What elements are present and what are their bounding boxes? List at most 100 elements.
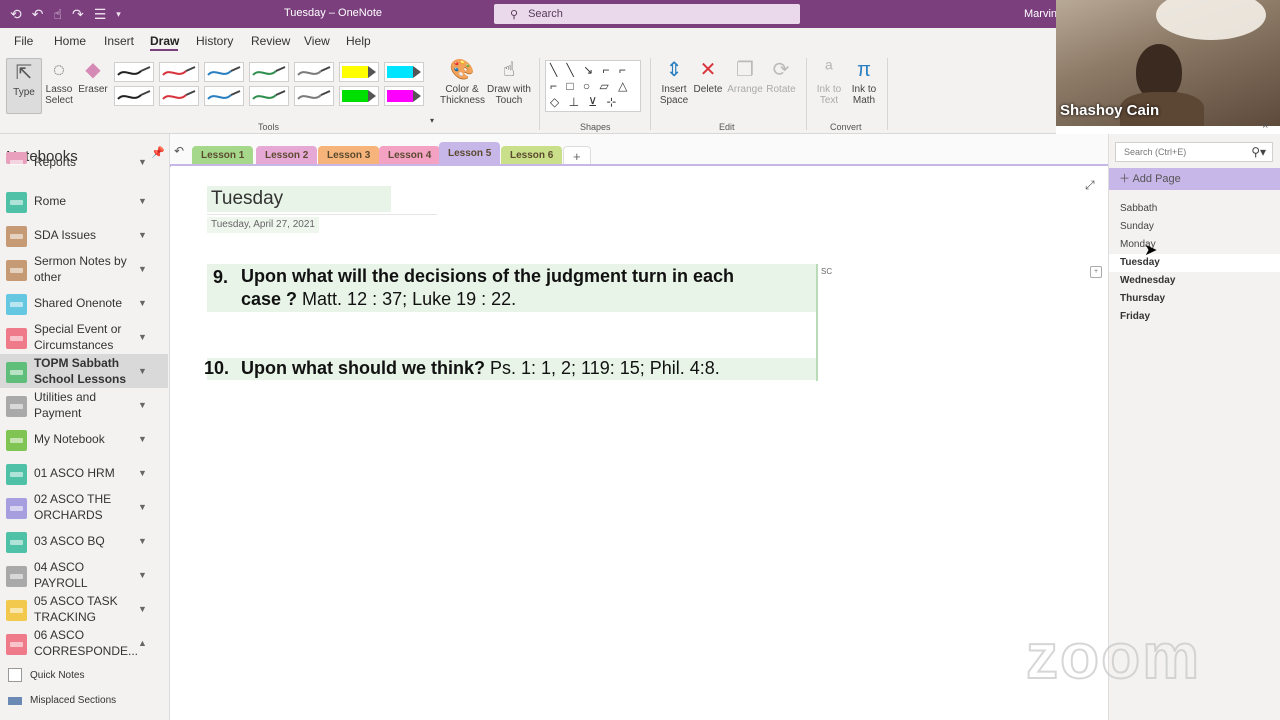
page-canvas[interactable]: ⤢ Tuesday Tuesday, April 27, 2021 9. Upo…	[171, 166, 1108, 720]
user-name[interactable]: Marvin	[1024, 8, 1057, 20]
tab-review[interactable]: Review	[251, 34, 290, 48]
pen-swatch[interactable]	[249, 86, 289, 106]
insert-space-button[interactable]: ⇕ Insert Space	[656, 58, 692, 106]
chevron-down-icon[interactable]: ▼	[138, 400, 147, 410]
expand-icon[interactable]: ⤢	[1085, 178, 1095, 193]
back-icon[interactable]: ⟲	[10, 7, 22, 21]
color-thickness-button[interactable]: 🎨 Color & Thickness	[440, 58, 485, 106]
shapes-gallery[interactable]: ╲ ╲ ↘ ⌐ ⌐ ⌐ □ ○ ▱ △ ◇ ⊥ ⊻ ⊹	[545, 60, 641, 112]
eraser-button[interactable]: ◆ Eraser	[78, 58, 108, 95]
delete-button[interactable]: ✕ Delete	[692, 58, 724, 95]
notebook-item[interactable]: 05 ASCO TASK TRACKING ▼	[0, 592, 168, 626]
page-hint-icon[interactable]: +	[1090, 266, 1102, 278]
chevron-down-icon[interactable]: ▼	[138, 502, 147, 512]
pen-swatch[interactable]	[204, 62, 244, 82]
ink-to-text-button[interactable]: ª Ink to Text	[812, 58, 846, 106]
notebook-item[interactable]: 06 ASCO CORRESPONDE... ▲	[0, 626, 168, 660]
section-tab[interactable]: Lesson 2	[256, 146, 318, 166]
pen-swatch[interactable]	[384, 86, 424, 106]
page-item[interactable]: Wednesday	[1109, 272, 1280, 290]
pen-gallery-more-icon[interactable]: ▾	[428, 116, 436, 125]
pen-swatch[interactable]	[384, 62, 424, 82]
page-item[interactable]: Thursday	[1109, 290, 1280, 308]
chevron-down-icon[interactable]: ▼	[138, 604, 147, 614]
tab-insert[interactable]: Insert	[104, 34, 134, 48]
notebook-item[interactable]: Rome ▼	[0, 184, 168, 218]
chevron-up-icon[interactable]: ▲	[138, 638, 147, 648]
tab-file[interactable]: File	[14, 34, 33, 48]
notebook-item[interactable]: My Notebook ▼	[0, 422, 168, 456]
notebook-item[interactable]: Utilities and Payment ▼	[0, 388, 168, 422]
quick-notes-item[interactable]: Quick Notes	[8, 668, 84, 682]
pen-swatch[interactable]	[339, 62, 379, 82]
add-page-button[interactable]: ＋ Add Page	[1109, 168, 1280, 190]
rotate-button[interactable]: ⟳ Rotate	[764, 58, 798, 95]
page-search-input[interactable]: Search (Ctrl+E) ⚲▾	[1115, 142, 1273, 162]
tab-home[interactable]: Home	[54, 34, 86, 48]
pen-swatch[interactable]	[339, 86, 379, 106]
type-button[interactable]: ⇱ Type	[6, 58, 42, 114]
active-tab-underline	[150, 49, 178, 51]
pen-swatch[interactable]	[114, 62, 154, 82]
notebook-item[interactable]: Sermon Notes by other ▼	[0, 252, 168, 286]
section-tab[interactable]: Lesson 3	[318, 146, 380, 166]
draw-with-touch-button[interactable]: ☝ Draw with Touch	[486, 58, 532, 106]
notebook-item[interactable]: Special Event or Circumstances ▼	[0, 320, 168, 354]
pen-swatch[interactable]	[204, 86, 244, 106]
page-item[interactable]: Sabbath	[1109, 200, 1280, 218]
bullets-icon[interactable]: ☰	[94, 7, 107, 21]
notebook-item[interactable]: Shared Onenote ▼	[0, 286, 168, 320]
page-title[interactable]: Tuesday	[207, 186, 391, 212]
page-item[interactable]: Friday	[1109, 308, 1280, 326]
notebook-item[interactable]: SDA Issues ▼	[0, 218, 168, 252]
chevron-down-icon[interactable]: ▼	[138, 332, 147, 342]
question-container[interactable]: 9. Upon what will the decisions of the j…	[204, 264, 817, 380]
chevron-down-icon[interactable]: ▼	[138, 264, 147, 274]
notebook-item[interactable]: 01 ASCO HRM ▼	[0, 456, 168, 490]
chevron-down-icon[interactable]: ▼	[138, 196, 147, 206]
chevron-down-icon[interactable]: ▼	[138, 570, 147, 580]
chevron-down-icon[interactable]: ▼	[138, 157, 147, 167]
chevron-down-icon[interactable]: ▼	[138, 536, 147, 546]
chevron-down-icon[interactable]: ▼	[138, 298, 147, 308]
pen-swatch[interactable]	[249, 62, 289, 82]
section-tab[interactable]: Lesson 1	[192, 146, 254, 166]
page-item[interactable]: Tuesday	[1109, 254, 1280, 272]
page-item[interactable]: Monday	[1109, 236, 1280, 254]
pen-swatch[interactable]	[294, 86, 334, 106]
notebook-item[interactable]: 02 ASCO THE ORCHARDS ▼	[0, 490, 168, 524]
undo-icon[interactable]: ↶	[32, 7, 44, 21]
notebook-item[interactable]: TOPM Sabbath School Lessons ▼	[0, 354, 168, 388]
notebook-item[interactable]: 04 ASCO PAYROLL ▼	[0, 558, 168, 592]
pen-swatch[interactable]	[159, 62, 199, 82]
tab-help[interactable]: Help	[346, 34, 371, 48]
misplaced-sections-item[interactable]: Misplaced Sections	[8, 695, 116, 706]
pen-swatch[interactable]	[159, 86, 199, 106]
chevron-down-icon[interactable]: ▼	[138, 434, 147, 444]
lasso-select-button[interactable]: ◌ Lasso Select	[44, 58, 74, 106]
navigate-back-icon[interactable]: ↶	[174, 144, 184, 158]
insert-space-icon: ⇕	[665, 59, 683, 81]
tab-history[interactable]: History	[196, 34, 233, 48]
chevron-down-icon[interactable]: ▼	[138, 230, 147, 240]
ink-to-math-button[interactable]: π Ink to Math	[846, 58, 882, 106]
chevron-down-icon[interactable]: ▼	[138, 366, 147, 376]
section-tab[interactable]: Lesson 6	[501, 146, 563, 166]
section-tab[interactable]: Lesson 4	[379, 146, 441, 166]
pen-swatch[interactable]	[114, 86, 154, 106]
tab-view[interactable]: View	[304, 34, 330, 48]
chevron-down-icon[interactable]: ▼	[138, 468, 147, 478]
redo-icon[interactable]: ↷	[72, 7, 84, 21]
notebook-item[interactable]: 03 ASCO BQ ▼	[0, 524, 168, 558]
tab-draw[interactable]: Draw	[150, 34, 179, 48]
section-tab[interactable]: Lesson 5	[439, 142, 501, 166]
page-item[interactable]: Sunday	[1109, 218, 1280, 236]
touch-mode-icon[interactable]: ☝	[53, 7, 62, 21]
arrange-button[interactable]: ❐ Arrange	[726, 58, 764, 95]
notebook-item[interactable]: Reports ▼	[0, 152, 168, 172]
close-icon[interactable]: ×	[1262, 120, 1268, 132]
search-box[interactable]: ⚲ Search	[494, 4, 800, 24]
add-section-button[interactable]: +	[563, 146, 591, 166]
customize-toolbar-icon[interactable]: ▾	[116, 9, 121, 19]
pen-swatch[interactable]	[294, 62, 334, 82]
